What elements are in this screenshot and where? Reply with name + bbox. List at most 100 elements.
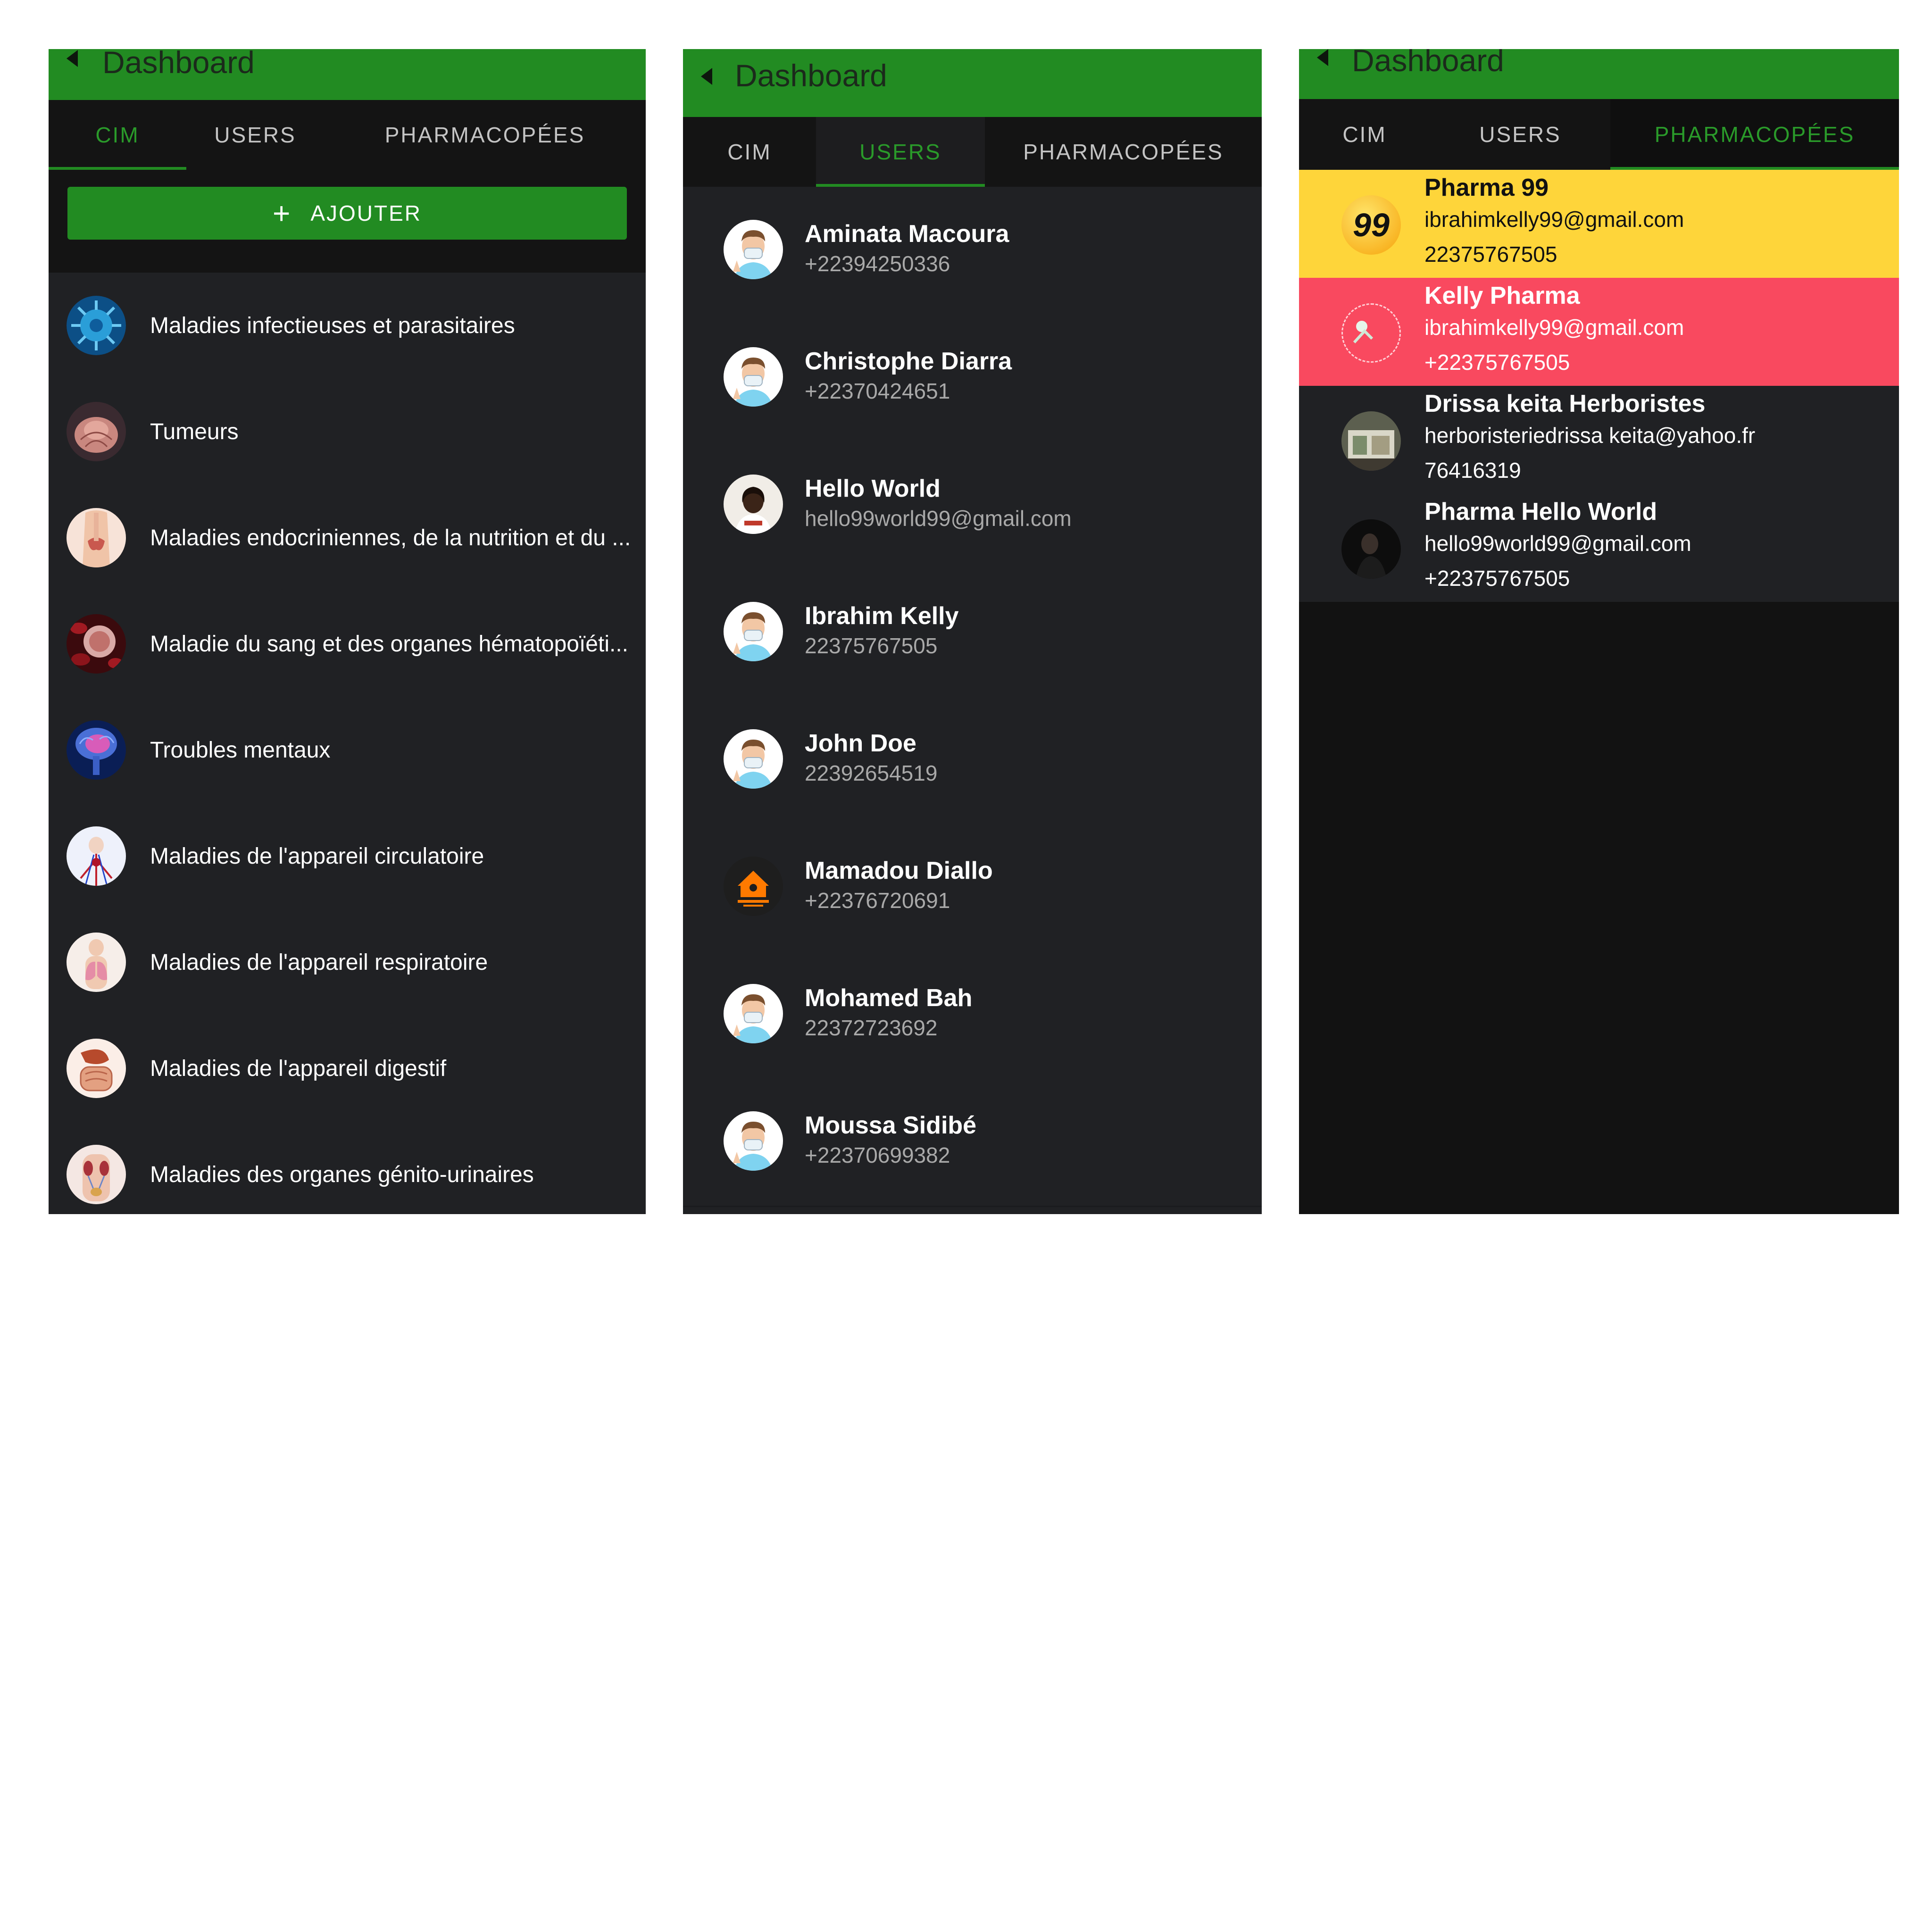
cim-item[interactable]: Maladies infectieuses et parasitaires	[49, 273, 646, 380]
tab-bar: CIM USERS PHARMACOPÉES	[1299, 99, 1899, 170]
cim-item-label: Troubles mentaux	[150, 738, 331, 763]
plus-icon: +	[272, 196, 292, 230]
pharmacy-item[interactable]: Pharma Hello World hello99world99@gmail.…	[1299, 494, 1899, 602]
doctor-avatar-icon	[724, 602, 783, 661]
pharmacy-phone: 22375767505	[1424, 242, 1557, 266]
app-bar-title: Dashboard	[102, 49, 255, 80]
back-arrow-icon[interactable]	[1317, 49, 1328, 66]
app-bar: Dashboard	[1299, 49, 1899, 99]
cim-item[interactable]: Maladies endocriniennes, de la nutrition…	[49, 485, 646, 592]
user-name: Hello World	[805, 475, 941, 502]
pharmacy-email: ibrahimkelly99@gmail.com	[1424, 315, 1684, 340]
cim-item-label: Tumeurs	[150, 419, 239, 444]
cim-item-label: Maladies de l'appareil digestif	[150, 1056, 447, 1081]
pharmacy-name: Pharma 99	[1424, 174, 1549, 201]
cim-item[interactable]: Troubles mentaux	[49, 697, 646, 805]
pharmacy-phone: 76416319	[1424, 458, 1521, 483]
user-contact: +22370699382	[805, 1143, 950, 1167]
doctor-avatar-icon	[724, 1111, 783, 1171]
back-arrow-icon[interactable]	[67, 50, 78, 67]
circulatory-icon	[67, 826, 126, 886]
pharmacy-item[interactable]: Drissa keita Herboristes herboristeriedr…	[1299, 386, 1899, 494]
cim-item-label: Maladies de l'appareil respiratoire	[150, 950, 488, 975]
cim-item-label: Maladie du sang et des organes hématopoï…	[150, 632, 628, 657]
orange-house-logo-icon	[724, 857, 783, 916]
tab-users[interactable]: USERS	[1430, 99, 1610, 170]
user-item[interactable]: Ibrahim Kelly 22375767505	[683, 569, 1262, 698]
cim-item-label: Maladies endocriniennes, de la nutrition…	[150, 525, 631, 550]
tab-users[interactable]: USERS	[816, 117, 985, 187]
app-bar-title: Dashboard	[735, 58, 887, 93]
pharmacy-item[interactable]: Kelly Pharma ibrahimkelly99@gmail.com +2…	[1299, 278, 1899, 386]
portrait-photo-icon	[1341, 519, 1401, 579]
add-bar: + AJOUTER	[49, 170, 646, 273]
cim-item[interactable]: Maladies de l'appareil circulatoire	[49, 803, 646, 911]
user-contact: 22375767505	[805, 633, 938, 658]
urinary-icon	[67, 1145, 126, 1204]
tab-pharmacopees[interactable]: PHARMACOPÉES	[1610, 99, 1899, 170]
user-contact: +22394250336	[805, 251, 950, 276]
cim-item[interactable]: Maladies de l'appareil digestif	[49, 1016, 646, 1123]
user-contact: 22392654519	[805, 761, 938, 785]
app-bar-title: Dashboard	[1352, 49, 1504, 78]
brain-icon	[67, 720, 126, 780]
pharmacy-name: Drissa keita Herboristes	[1424, 390, 1706, 417]
shop-photo-icon	[1341, 411, 1401, 471]
thyroid-icon	[67, 508, 126, 567]
user-contact: 22372723692	[805, 1016, 938, 1040]
back-arrow-icon[interactable]	[701, 68, 712, 85]
user-item[interactable]: Christophe Diarra +22370424651	[683, 314, 1262, 443]
tab-pharmacopees[interactable]: PHARMACOPÉES	[324, 100, 646, 170]
user-item[interactable]: Hello World hello99world99@gmail.com	[683, 441, 1262, 570]
user-contact: +22370424651	[805, 379, 950, 403]
add-button[interactable]: + AJOUTER	[67, 187, 627, 240]
user-name: Ibrahim Kelly	[805, 602, 959, 630]
user-name: Christophe Diarra	[805, 348, 1012, 375]
doctor-avatar-icon	[724, 984, 783, 1043]
tab-cim[interactable]: CIM	[49, 100, 186, 170]
tab-users[interactable]: USERS	[186, 100, 324, 170]
pharma-99-logo-icon: 99	[1341, 195, 1401, 255]
doctor-avatar-icon	[724, 347, 783, 407]
user-item[interactable]: Mohamed Bah 22372723692	[683, 951, 1262, 1080]
user-item[interactable]: Aminata Macoura +22394250336	[683, 187, 1262, 316]
screen-pharmacopees: Dashboard CIM USERS PHARMACOPÉES 99 Phar…	[1299, 49, 1899, 1214]
add-button-label: AJOUTER	[310, 201, 422, 225]
cim-item[interactable]: Maladie du sang et des organes hématopoï…	[49, 591, 646, 699]
cim-item[interactable]: Maladies de l'appareil respiratoire	[49, 909, 646, 1017]
pharmacy-name: Kelly Pharma	[1424, 282, 1580, 309]
digestive-icon	[67, 1039, 126, 1098]
pharmacy-item[interactable]: 99 Pharma 99 ibrahimkelly99@gmail.com 22…	[1299, 170, 1899, 278]
user-item[interactable]: Moussa Sidibé +22370699382	[683, 1078, 1262, 1207]
tab-cim[interactable]: CIM	[1299, 99, 1430, 170]
user-contact: hello99world99@gmail.com	[805, 506, 1072, 531]
user-item[interactable]: Mamadou Diallo +22376720691	[683, 824, 1262, 952]
photo-avatar-icon	[724, 475, 783, 534]
tab-bar: CIM USERS PHARMACOPÉES	[683, 117, 1262, 187]
user-name: Aminata Macoura	[805, 220, 1009, 248]
cim-item[interactable]: Maladies des organes génito-urinaires	[49, 1122, 646, 1214]
broken-image-icon	[1341, 303, 1401, 363]
doctor-avatar-icon	[724, 729, 783, 789]
pharmacy-phone: +22375767505	[1424, 566, 1570, 591]
screen-users: Dashboard CIM USERS PHARMACOPÉES Aminata…	[683, 49, 1262, 1214]
cim-item-label: Maladies des organes génito-urinaires	[150, 1162, 534, 1187]
cim-item-label: Maladies de l'appareil circulatoire	[150, 844, 484, 869]
pharmacy-email: ibrahimkelly99@gmail.com	[1424, 207, 1684, 232]
pharmacy-name: Pharma Hello World	[1424, 498, 1657, 525]
blood-cell-icon	[67, 614, 126, 674]
pharmacy-phone: +22375767505	[1424, 350, 1570, 375]
tab-pharmacopees[interactable]: PHARMACOPÉES	[985, 117, 1262, 187]
user-item[interactable]: John Doe 22392654519	[683, 696, 1262, 825]
user-name: Moussa Sidibé	[805, 1112, 977, 1139]
pharmacy-email: hello99world99@gmail.com	[1424, 531, 1691, 556]
app-bar: Dashboard	[49, 49, 646, 100]
cim-item-label: Maladies infectieuses et parasitaires	[150, 313, 515, 338]
tab-cim[interactable]: CIM	[683, 117, 816, 187]
cim-item[interactable]: Tumeurs	[49, 379, 646, 486]
user-name: Mohamed Bah	[805, 984, 973, 1012]
doctor-avatar-icon	[724, 220, 783, 279]
screen-cim: Dashboard CIM USERS PHARMACOPÉES + AJOUT…	[49, 49, 646, 1214]
app-bar: Dashboard	[683, 49, 1262, 117]
tumor-icon	[67, 402, 126, 461]
